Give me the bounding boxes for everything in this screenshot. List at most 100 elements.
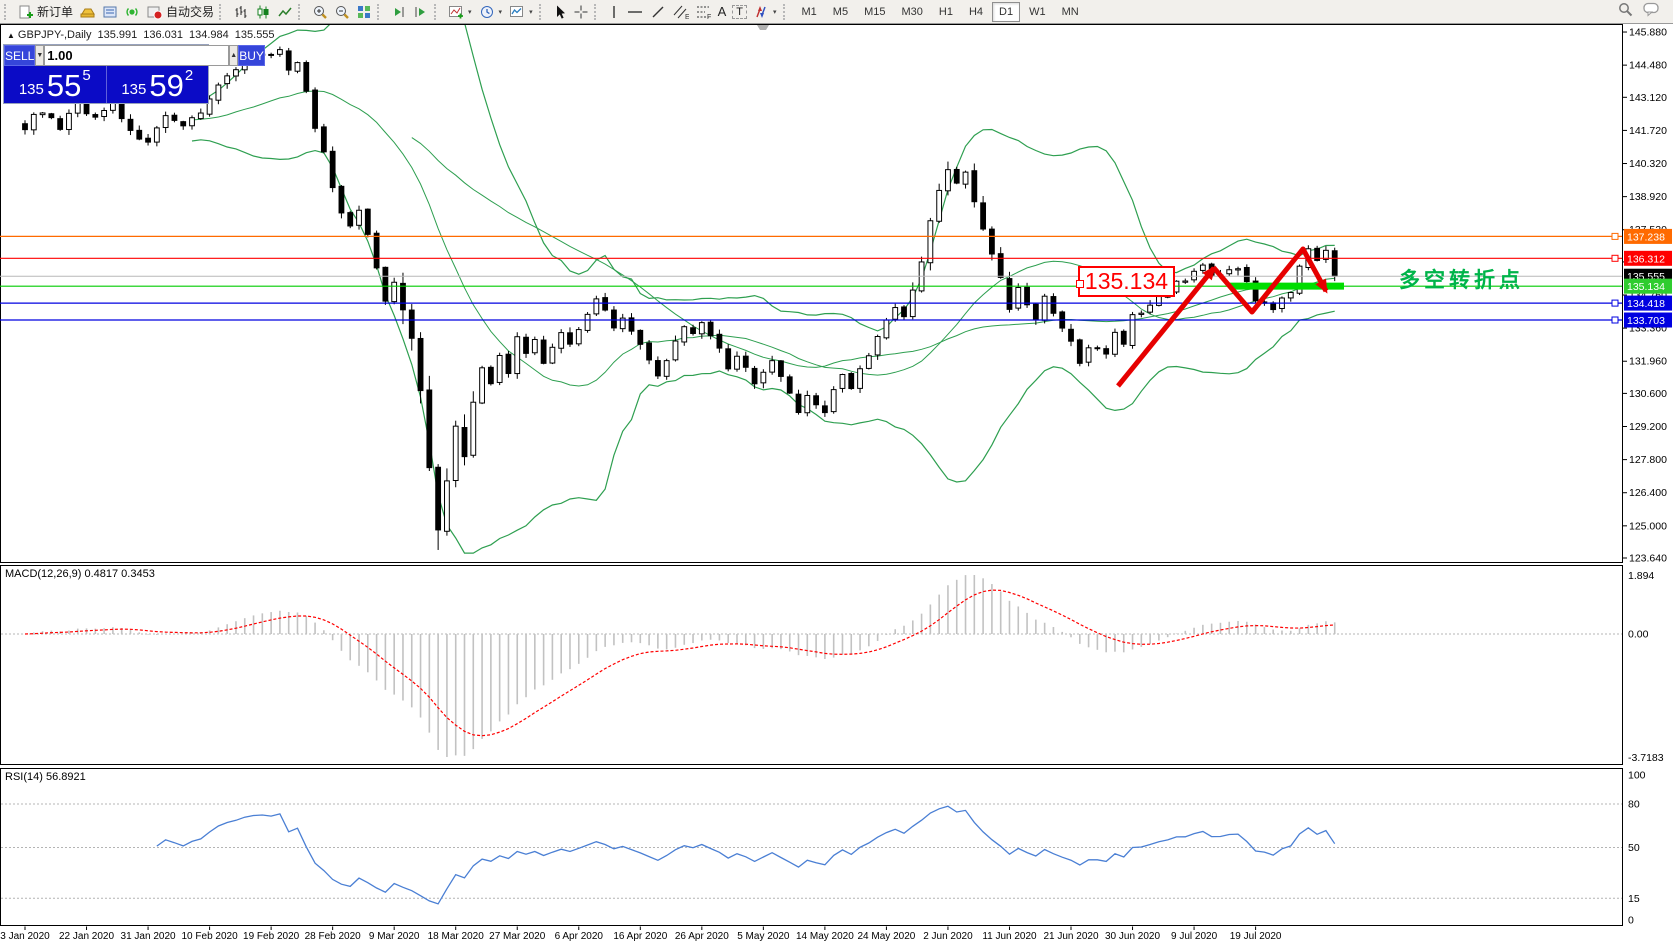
vertical-line-tool-button[interactable] — [605, 2, 623, 22]
periods-button[interactable]: ▾ — [476, 2, 507, 22]
date-label: 19 Feb 2020 — [243, 931, 300, 942]
ohlc-open: 135.991 — [97, 29, 137, 41]
cursor-icon — [553, 4, 567, 20]
auto-scroll-button[interactable] — [410, 2, 432, 22]
svg-text:E: E — [685, 14, 689, 20]
price-tick-label: 127.800 — [1629, 454, 1667, 466]
cursor-tool-button[interactable] — [550, 2, 570, 22]
candlestick-chart-icon — [255, 4, 271, 20]
arrows-tool-button[interactable]: ▾ — [750, 2, 781, 22]
trendline-tool-button[interactable] — [647, 2, 669, 22]
candlestick-chart-button[interactable] — [252, 2, 274, 22]
sell-price-display[interactable]: 135 55 5 — [4, 66, 106, 103]
equidistant-channel-tool-button[interactable]: E — [669, 2, 692, 22]
bar-chart-button[interactable] — [230, 2, 252, 22]
macd-panel[interactable] — [1, 566, 1623, 765]
tile-windows-button[interactable] — [353, 2, 375, 22]
templates-dropdown-arrow[interactable]: ▾ — [528, 8, 534, 16]
new-order-button[interactable]: 新订单 — [15, 2, 76, 22]
text-tool-button[interactable]: A — [715, 2, 730, 22]
timeframe-button-MN[interactable]: MN — [1055, 2, 1086, 22]
date-label: 3 Jan 2020 — [0, 931, 50, 942]
callout-handle[interactable] — [1076, 280, 1084, 288]
date-label: 9 Jul 2020 — [1171, 931, 1218, 942]
hline-handle[interactable] — [1612, 255, 1618, 261]
timeframe-button-M5[interactable]: M5 — [826, 2, 855, 22]
ohlc-high: 136.031 — [143, 29, 183, 41]
macd-axis-label: 0.00 — [1628, 629, 1649, 641]
chart-header: ▲GBPJPY-,Daily135.991136.031134.984135.5… — [7, 29, 281, 41]
toolbar-grip — [4, 4, 11, 20]
ohlc-close: 135.555 — [235, 29, 275, 41]
trading-app-window: 新订单 自动交易 — [0, 0, 1673, 943]
volume-increase-button[interactable]: ▲ — [229, 45, 238, 66]
autotrade-label: 自动交易 — [166, 3, 214, 20]
horizontal-line-tool-button[interactable] — [623, 2, 647, 22]
rsi-axis-label: 80 — [1628, 799, 1640, 811]
indicators-button[interactable]: ▾ — [445, 2, 476, 22]
turning-point-note[interactable]: 多空转折点 — [1399, 264, 1524, 294]
gold-button[interactable] — [76, 2, 99, 22]
toolbar-grip — [594, 4, 601, 20]
timeframe-button-M15[interactable]: M15 — [857, 2, 892, 22]
crosshair-tool-button[interactable] — [570, 2, 592, 22]
timeframe-button-D1[interactable]: D1 — [992, 2, 1020, 22]
main-chart-panel[interactable] — [1, 25, 1623, 563]
buy-price-display[interactable]: 135 59 2 — [106, 66, 209, 103]
zoom-in-button[interactable] — [309, 2, 331, 22]
price-tick-label: 138.920 — [1629, 191, 1667, 203]
timeframe-button-M1[interactable]: M1 — [795, 2, 824, 22]
text-label-tool-button[interactable]: T — [729, 2, 750, 22]
timeframe-button-H4[interactable]: H4 — [962, 2, 990, 22]
svg-text:F: F — [707, 14, 711, 20]
autotrade-button[interactable]: 自动交易 — [143, 2, 217, 22]
date-label: 19 Jul 2020 — [1230, 931, 1282, 942]
new-order-label: 新订单 — [37, 3, 73, 20]
market-watch-button[interactable] — [99, 2, 121, 22]
arrows-icon — [753, 4, 769, 20]
price-badge-label: 133.703 — [1627, 315, 1665, 327]
volume-input[interactable] — [44, 45, 229, 66]
fibonacci-tool-button[interactable]: F — [692, 2, 715, 22]
one-click-trade-panel: SELL ▼ ▲ BUY 135 55 5 135 59 2 — [3, 44, 209, 104]
hline-handle[interactable] — [1612, 317, 1618, 323]
sell-price-figure: 135 — [19, 81, 44, 102]
date-label: 14 May 2020 — [796, 931, 854, 942]
price-callout-box[interactable]: 135.134 — [1078, 266, 1175, 297]
price-badge-label: 135.134 — [1627, 281, 1665, 293]
collapse-arrow-icon[interactable]: ▲ — [7, 31, 15, 40]
volume-decrease-button[interactable]: ▼ — [35, 45, 44, 66]
arrows-dropdown-arrow[interactable]: ▾ — [772, 8, 778, 16]
hline-handle[interactable] — [1612, 233, 1618, 239]
chat-icon[interactable] — [1642, 1, 1661, 22]
price-chart-canvas[interactable]: 145.880144.480143.120141.720140.320138.9… — [0, 24, 1673, 943]
main-toolbar: 新订单 自动交易 — [0, 0, 1673, 24]
templates-button[interactable]: ▾ — [506, 2, 537, 22]
rsi-axis-label: 100 — [1628, 770, 1646, 782]
timeframe-button-W1[interactable]: W1 — [1022, 2, 1053, 22]
vertical-line-icon — [608, 4, 620, 20]
indicators-dropdown-arrow[interactable]: ▾ — [467, 8, 473, 16]
hline-handle[interactable] — [1612, 300, 1618, 306]
trade-prices-row: 135 55 5 135 59 2 — [4, 66, 208, 103]
line-chart-icon — [277, 4, 293, 20]
price-tick-label: 130.600 — [1629, 388, 1667, 400]
timeframe-button-H1[interactable]: H1 — [932, 2, 960, 22]
sell-button[interactable]: SELL — [4, 45, 35, 66]
rsi-panel[interactable] — [1, 769, 1623, 926]
buy-button[interactable]: BUY — [238, 45, 265, 66]
chart-shift-button[interactable] — [388, 2, 410, 22]
signal-button[interactable] — [121, 2, 143, 22]
price-tick-label: 131.960 — [1629, 356, 1667, 368]
chart-shift-icon — [391, 4, 407, 20]
ohlc-low: 134.984 — [189, 29, 229, 41]
macd-label: MACD(12,26,9) 0.4817 0.3453 — [5, 568, 155, 580]
zoom-out-button[interactable] — [331, 2, 353, 22]
line-chart-button[interactable] — [274, 2, 296, 22]
timeframe-button-M30[interactable]: M30 — [894, 2, 929, 22]
periods-dropdown-arrow[interactable]: ▾ — [498, 8, 504, 16]
zoom-out-icon — [334, 4, 350, 20]
price-badge-label: 136.312 — [1627, 253, 1665, 265]
search-icon[interactable] — [1617, 1, 1634, 23]
price-badge-label: 134.418 — [1627, 298, 1665, 310]
